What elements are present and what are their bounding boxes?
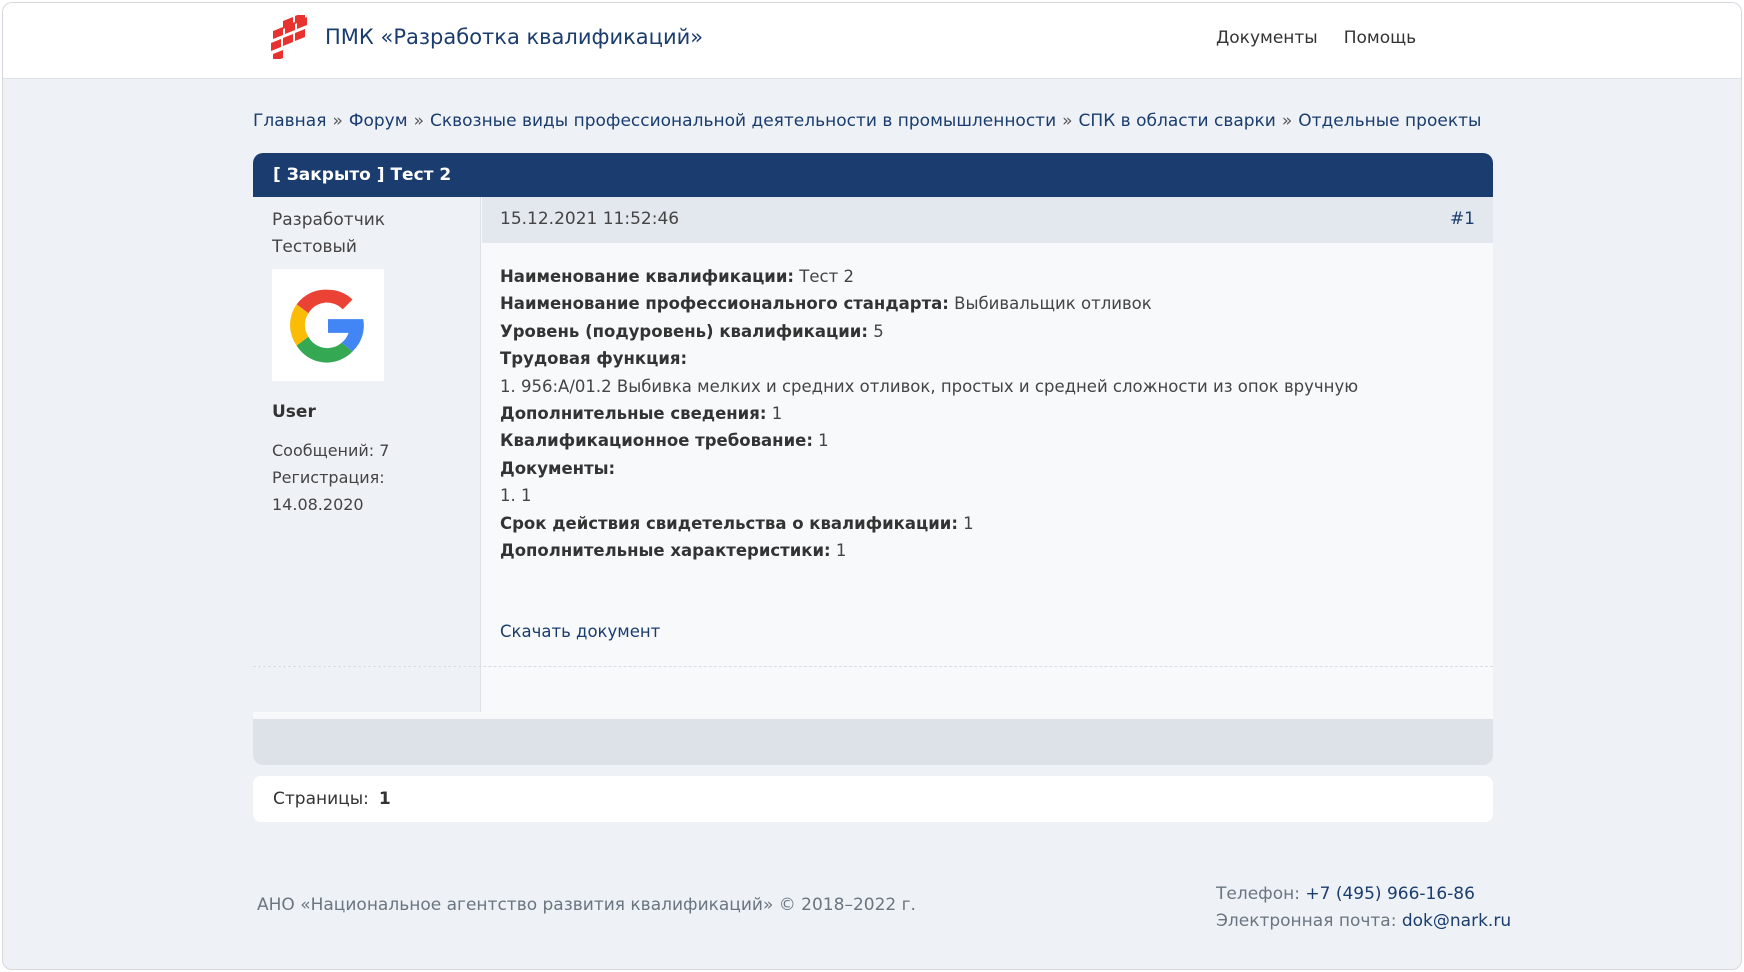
post: Разработчик Тестовый User Сообщений: 7 Р…: [253, 197, 1493, 666]
author-role: User: [272, 402, 316, 422]
field-line: 1. 1: [500, 486, 532, 506]
avatar: [272, 269, 384, 381]
breadcrumb-separator: »: [413, 111, 424, 131]
email-link[interactable]: dok@nark.ru: [1402, 911, 1511, 931]
post-date: 15.12.2021 11:52:46: [500, 209, 680, 229]
post-signature-row: [253, 666, 1493, 712]
pagination: Страницы: 1: [253, 776, 1493, 822]
topic-panel: [ Закрыто ] Тест 2 Разработчик Тестовый …: [253, 153, 1493, 765]
messages-count: 7: [379, 441, 390, 460]
author-stats: Сообщений: 7 Регистрация: 14.08.2020: [272, 437, 472, 518]
site-title[interactable]: ПМК «Разработка квалификаций»: [325, 25, 703, 49]
registration-label: Регистрация:: [272, 468, 385, 487]
signature-left: [253, 667, 481, 712]
field-line: Дополнительные характеристики: 1: [500, 541, 847, 561]
author-name[interactable]: Разработчик Тестовый: [272, 207, 462, 261]
field-line: Трудовая функция:: [500, 349, 688, 369]
field-line: Наименование профессионального стандарта…: [500, 294, 1152, 314]
post-author-panel: Разработчик Тестовый User Сообщений: 7 Р…: [253, 197, 481, 666]
google-g-icon: [290, 289, 364, 363]
breadcrumb-subsection[interactable]: СПК в области сварки: [1079, 111, 1276, 131]
field-line: Квалификационное требование: 1: [500, 431, 829, 451]
post-body: Наименование квалификации: Тест 2 Наимен…: [482, 243, 1493, 646]
breadcrumb-separator: »: [1281, 111, 1293, 131]
field-line: Дополнительные сведения: 1: [500, 404, 783, 424]
post-content-panel: 15.12.2021 11:52:46 #1 Наименование квал…: [482, 197, 1493, 666]
messages-label: Сообщений:: [272, 441, 375, 460]
nav-help[interactable]: Помощь: [1344, 28, 1416, 48]
breadcrumb: Главная» Форум» Сквозные виды профессионал…: [253, 111, 1481, 131]
field-line: Уровень (подуровень) квалификации: 5: [500, 321, 884, 341]
breadcrumb-forum[interactable]: Форум: [349, 111, 408, 131]
breadcrumb-current[interactable]: Отдельные проекты: [1298, 111, 1481, 131]
field-line: 1. 956:A/01.2 Выбивка мелких и средних о…: [500, 376, 1359, 396]
footer-copyright: АНО «Национальное агентство развития ква…: [257, 895, 916, 915]
footer-contacts: Телефон: +7 (495) 966-16-86 Электронная …: [1216, 881, 1511, 935]
post-number-link[interactable]: #1: [1450, 209, 1475, 229]
field-line: Документы:: [500, 458, 616, 478]
site-logo-icon[interactable]: [269, 15, 309, 59]
topic-footer: [253, 719, 1493, 765]
top-bar: ПМК «Разработка квалификаций» Документы …: [3, 3, 1741, 79]
breadcrumb-separator: »: [332, 111, 343, 131]
email-label: Электронная почта:: [1216, 911, 1397, 931]
nav-documents[interactable]: Документы: [1216, 28, 1318, 48]
post-meta: 15.12.2021 11:52:46 #1: [482, 197, 1493, 243]
field-line: Наименование квалификации: Тест 2: [500, 267, 854, 286]
download-document-link[interactable]: Скачать документ: [500, 618, 660, 645]
phone-label: Телефон:: [1216, 884, 1300, 904]
top-nav: Документы Помощь: [1216, 28, 1416, 48]
topic-title: [ Закрыто ] Тест 2: [253, 153, 1493, 197]
phone-number[interactable]: +7 (495) 966-16-86: [1305, 884, 1475, 904]
field-line: Срок действия свидетельства о квалификац…: [500, 513, 974, 533]
registration-date: 14.08.2020: [272, 495, 364, 514]
breadcrumb-separator: »: [1062, 111, 1073, 131]
browser-frame: ПМК «Разработка квалификаций» Документы …: [2, 2, 1742, 970]
pages-label: Страницы:: [273, 789, 369, 809]
breadcrumb-section[interactable]: Сквозные виды профессиональной деятельно…: [430, 111, 1056, 131]
page-current[interactable]: 1: [379, 789, 391, 809]
breadcrumb-home[interactable]: Главная: [253, 111, 326, 131]
